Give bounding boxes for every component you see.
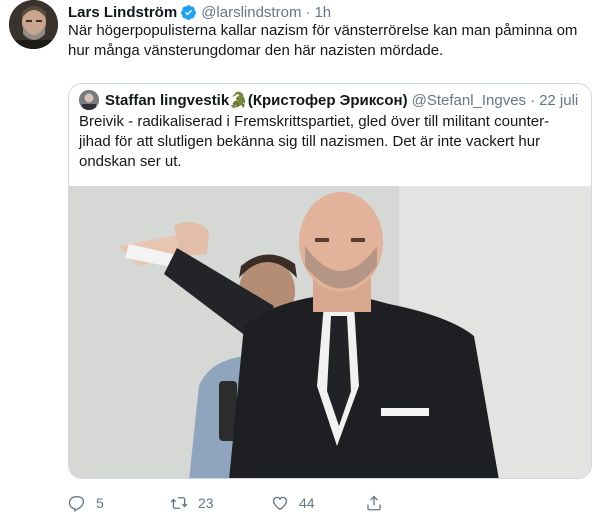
quoted-separator-dot: ·: [530, 91, 536, 109]
author-name[interactable]: Lars Lindström: [68, 4, 177, 21]
share-button[interactable]: [365, 491, 393, 515]
author-avatar[interactable]: [9, 0, 58, 49]
author-handle[interactable]: @larslindstrom: [201, 4, 301, 21]
tweet-card[interactable]: Lars Lindström @larslindstrom · 1h När h…: [0, 0, 600, 519]
quoted-tweet-photo[interactable]: [69, 186, 591, 478]
quoted-tweet-text: Breivik - radikaliserad i Fremskrittspar…: [79, 113, 550, 170]
like-count: 44: [299, 495, 315, 511]
tweet-actions: 5 23 44: [68, 491, 592, 515]
retweet-count: 23: [198, 495, 214, 511]
tweet-timestamp[interactable]: 1h: [314, 4, 331, 21]
tweet-text: När högerpopulisterna kallar nazism för …: [68, 22, 578, 59]
quoted-author-avatar: [79, 90, 99, 110]
heart-icon: [272, 496, 288, 511]
separator-dot: ·: [305, 3, 311, 21]
quoted-tweet-header: Staffan lingvestik🐊(Кристофер Эриксон) @…: [79, 89, 578, 111]
quoted-tweet[interactable]: Staffan lingvestik🐊(Кристофер Эриксон) @…: [68, 83, 592, 479]
verified-badge-icon: [180, 4, 197, 21]
tweet-header: Lars Lindström @larslindstrom · 1h: [68, 2, 331, 22]
quoted-author-handle: @Stefanl_Ingves: [411, 91, 527, 109]
like-button[interactable]: 44: [271, 491, 315, 515]
reply-button[interactable]: 5: [68, 491, 104, 515]
retweet-button[interactable]: 23: [170, 491, 214, 515]
retweet-icon: [170, 497, 188, 509]
quoted-author-name: Staffan lingvestik🐊(Кристофер Эриксон): [105, 92, 408, 109]
share-icon: [367, 495, 381, 511]
quoted-timestamp: 22 juli: [539, 91, 579, 109]
reply-icon: [68, 496, 85, 512]
reply-count: 5: [96, 495, 104, 511]
